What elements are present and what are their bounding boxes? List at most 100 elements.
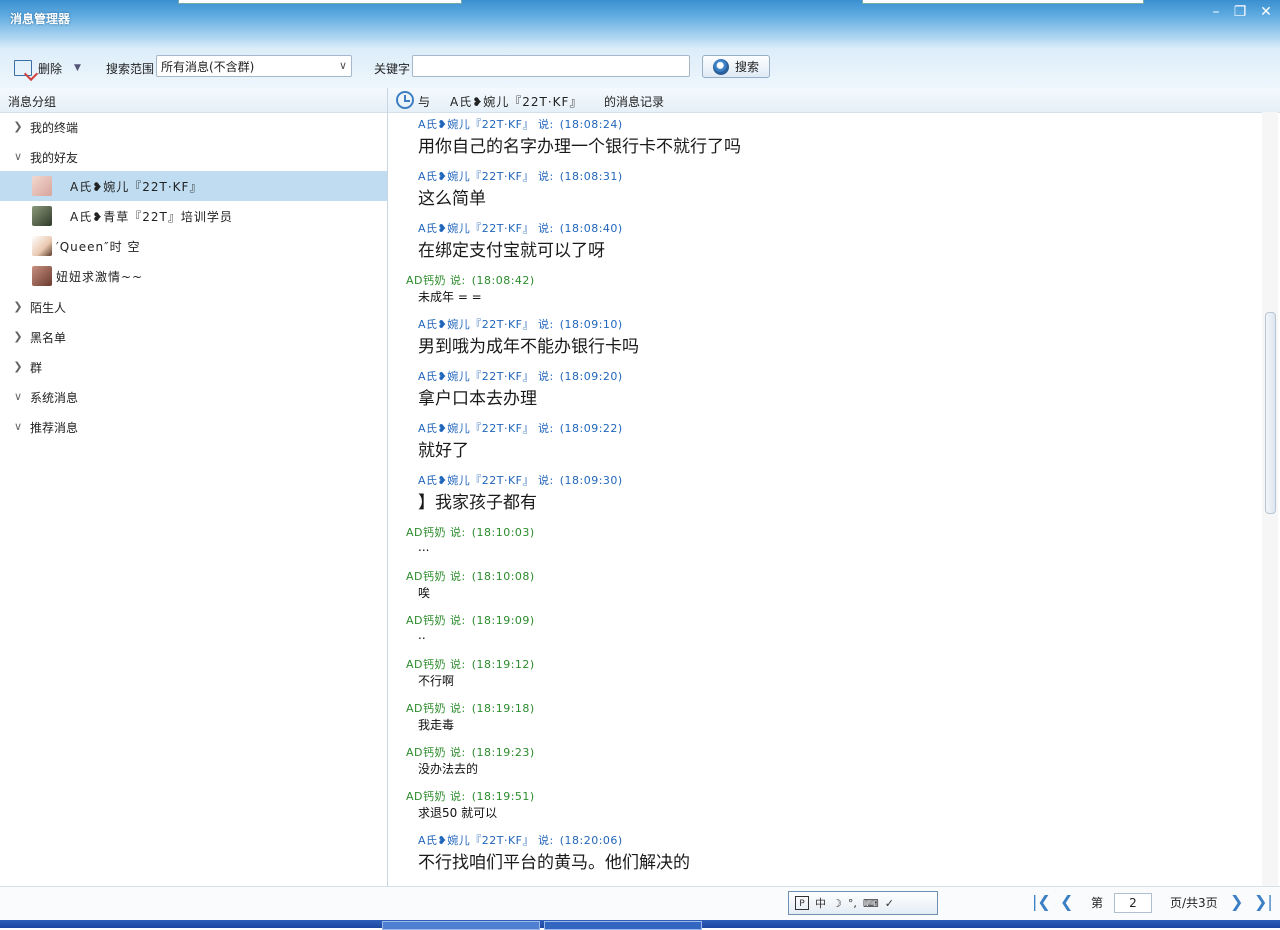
title-bar: 消息管理器 – ❐ ✕	[0, 0, 1280, 48]
ime-punctuation-icon[interactable]: °,	[848, 897, 857, 910]
group-recommended-messages[interactable]: ∨ 推荐消息	[0, 412, 387, 442]
close-icon[interactable]: ✕	[1256, 3, 1276, 21]
minimize-icon[interactable]: –	[1206, 3, 1226, 21]
message-sender: A氏❥婉儿『22T·KF』 说:	[418, 474, 554, 487]
message-header: A氏❥婉儿『22T·KF』 说: (18:09:10)	[418, 316, 623, 332]
group-system-messages[interactable]: ∨ 系统消息	[0, 382, 387, 412]
search-range-select[interactable]: 所有消息(不含群) ∨	[156, 55, 352, 77]
keyword-label: 关键字	[374, 62, 411, 76]
keyword-input[interactable]	[412, 55, 690, 77]
message-text: 不行找咱们平台的黄马。他们解决的	[418, 853, 690, 873]
restore-icon[interactable]: ❐	[1230, 3, 1250, 21]
friend-name: A氏❥青草『22T』培训学员	[70, 210, 233, 224]
ime-keyboard-icon[interactable]: ⌨	[863, 897, 879, 910]
message-sender: AD钙奶 说:	[406, 658, 466, 671]
chevron-down-icon: ∨	[13, 390, 23, 403]
group-my-devices[interactable]: ❯ 我的终端	[0, 112, 387, 142]
message-sender: A氏❥婉儿『22T·KF』 说:	[418, 834, 554, 847]
taskbar-button[interactable]	[544, 921, 702, 930]
top-field-left	[178, 0, 462, 4]
message-time: (18:10:08)	[471, 570, 535, 583]
avatar	[32, 176, 52, 196]
message-text: 唉	[418, 586, 431, 600]
message-text: ..	[418, 628, 426, 642]
ime-tools-icon[interactable]: ✓	[885, 897, 894, 910]
message-sender: AD钙奶 说:	[406, 702, 466, 715]
search-label: 搜索	[734, 60, 759, 74]
message-time: (18:19:12)	[471, 658, 535, 671]
group-my-friends[interactable]: ∨ 我的好友	[0, 142, 387, 172]
message-header: AD钙奶 说: (18:19:12)	[406, 656, 535, 672]
group-strangers[interactable]: ❯ 陌生人	[0, 292, 387, 322]
message-time: (18:19:18)	[471, 702, 535, 715]
search-button[interactable]: 搜索	[702, 55, 770, 78]
last-page-icon[interactable]: ❯|	[1254, 892, 1273, 911]
friend-item[interactable]: A氏❥青草『22T』培训学员	[0, 201, 387, 231]
chevron-right-icon: ❯	[13, 330, 23, 343]
message-time: (18:09:10)	[559, 318, 623, 331]
message-sender: AD钙奶 说:	[406, 790, 466, 803]
message-text: 】我家孩子都有	[418, 493, 537, 513]
next-page-icon[interactable]: ❯	[1230, 892, 1243, 911]
message-time: (18:09:20)	[559, 370, 623, 383]
ime-toolbar[interactable]: P 中 ☽ °, ⌨ ✓	[788, 891, 938, 915]
message-text: 我走毒	[418, 718, 455, 732]
friend-item[interactable]: A氏❥婉儿『22T·KF』	[0, 171, 387, 201]
message-text: 男到哦为成年不能办银行卡吗	[418, 337, 639, 357]
friend-item[interactable]: ′Queen″时 空	[0, 231, 387, 261]
message-sender: AD钙奶 说:	[406, 614, 466, 627]
delete-icon	[14, 60, 32, 76]
message-header: A氏❥婉儿『22T·KF』 说: (18:08:31)	[418, 168, 623, 184]
top-field-right	[862, 0, 1144, 4]
vertical-scrollbar[interactable]	[1262, 112, 1278, 886]
message-header: AD钙奶 说: (18:19:23)	[406, 744, 535, 760]
delete-button[interactable]: 删除 ▼	[14, 58, 81, 78]
avatar	[32, 236, 52, 256]
message-list[interactable]: A氏❥婉儿『22T·KF』 说: (18:08:24) 用你自己的名字办理一个银行卡…	[388, 112, 1258, 886]
prev-page-icon[interactable]: ❮	[1060, 892, 1073, 911]
page-number-input[interactable]: 2	[1114, 893, 1152, 913]
page-prefix: 第	[1091, 896, 1104, 910]
message-header: AD钙奶 说: (18:10:03)	[406, 524, 535, 540]
message-sender: AD钙奶 说:	[406, 570, 466, 583]
message-sender: A氏❥婉儿『22T·KF』 说:	[418, 370, 554, 383]
message-panel-header: 与 A氏❥婉儿『22T·KF』 的消息记录	[388, 88, 1280, 113]
search-range-label: 搜索范围	[106, 62, 155, 76]
message-sender: AD钙奶 说:	[406, 274, 466, 287]
message-header: A氏❥婉儿『22T·KF』 说: (18:08:24)	[418, 116, 623, 132]
message-sender: A氏❥婉儿『22T·KF』 说:	[418, 222, 554, 235]
taskbar-button[interactable]	[382, 921, 540, 930]
chevron-right-icon: ❯	[13, 360, 23, 373]
ime-halfwidth-icon[interactable]: ☽	[832, 897, 842, 910]
chevron-down-icon: ∨	[13, 150, 23, 163]
message-header: AD钙奶 说: (18:19:18)	[406, 700, 535, 716]
chevron-down-icon[interactable]: ▼	[74, 63, 81, 73]
ime-mode-chinese[interactable]: 中	[815, 895, 826, 911]
page-total: 页/共3页	[1170, 896, 1218, 910]
message-text: 不行啊	[418, 674, 455, 688]
scrollbar-thumb[interactable]	[1265, 312, 1276, 514]
message-header: A氏❥婉儿『22T·KF』 说: (18:09:22)	[418, 420, 623, 436]
message-time: (18:20:06)	[559, 834, 623, 847]
message-header: AD钙奶 说: (18:08:42)	[406, 272, 535, 288]
group-qun[interactable]: ❯ 群	[0, 352, 387, 382]
message-text: 这么简单	[418, 189, 486, 209]
window-title: 消息管理器	[10, 12, 71, 26]
message-time: (18:19:09)	[471, 614, 535, 627]
message-sender: A氏❥婉儿『22T·KF』 说:	[418, 422, 554, 435]
message-text: 就好了	[418, 441, 469, 461]
header-prefix: 与	[418, 95, 431, 109]
group-blacklist[interactable]: ❯ 黑名单	[0, 322, 387, 352]
friend-item[interactable]: 妞妞求激情~~	[0, 261, 387, 291]
friend-name: 妞妞求激情~~	[56, 270, 144, 284]
message-time: (18:09:22)	[559, 422, 623, 435]
message-time: (18:08:31)	[559, 170, 623, 183]
message-text: 拿户口本去办理	[418, 389, 537, 409]
first-page-icon[interactable]: |❮	[1032, 892, 1051, 911]
ime-logo-icon[interactable]: P	[795, 896, 809, 910]
message-sender: AD钙奶 说:	[406, 746, 466, 759]
message-header: AD钙奶 说: (18:19:51)	[406, 788, 535, 804]
message-text: 用你自己的名字办理一个银行卡不就行了吗	[418, 137, 741, 157]
chevron-down-icon: ∨	[13, 420, 23, 433]
group-panel: 消息分组 ❯ 我的终端 ∨ 我的好友 A氏❥婉儿『22T·KF』 A氏❥青草『2…	[0, 88, 388, 886]
